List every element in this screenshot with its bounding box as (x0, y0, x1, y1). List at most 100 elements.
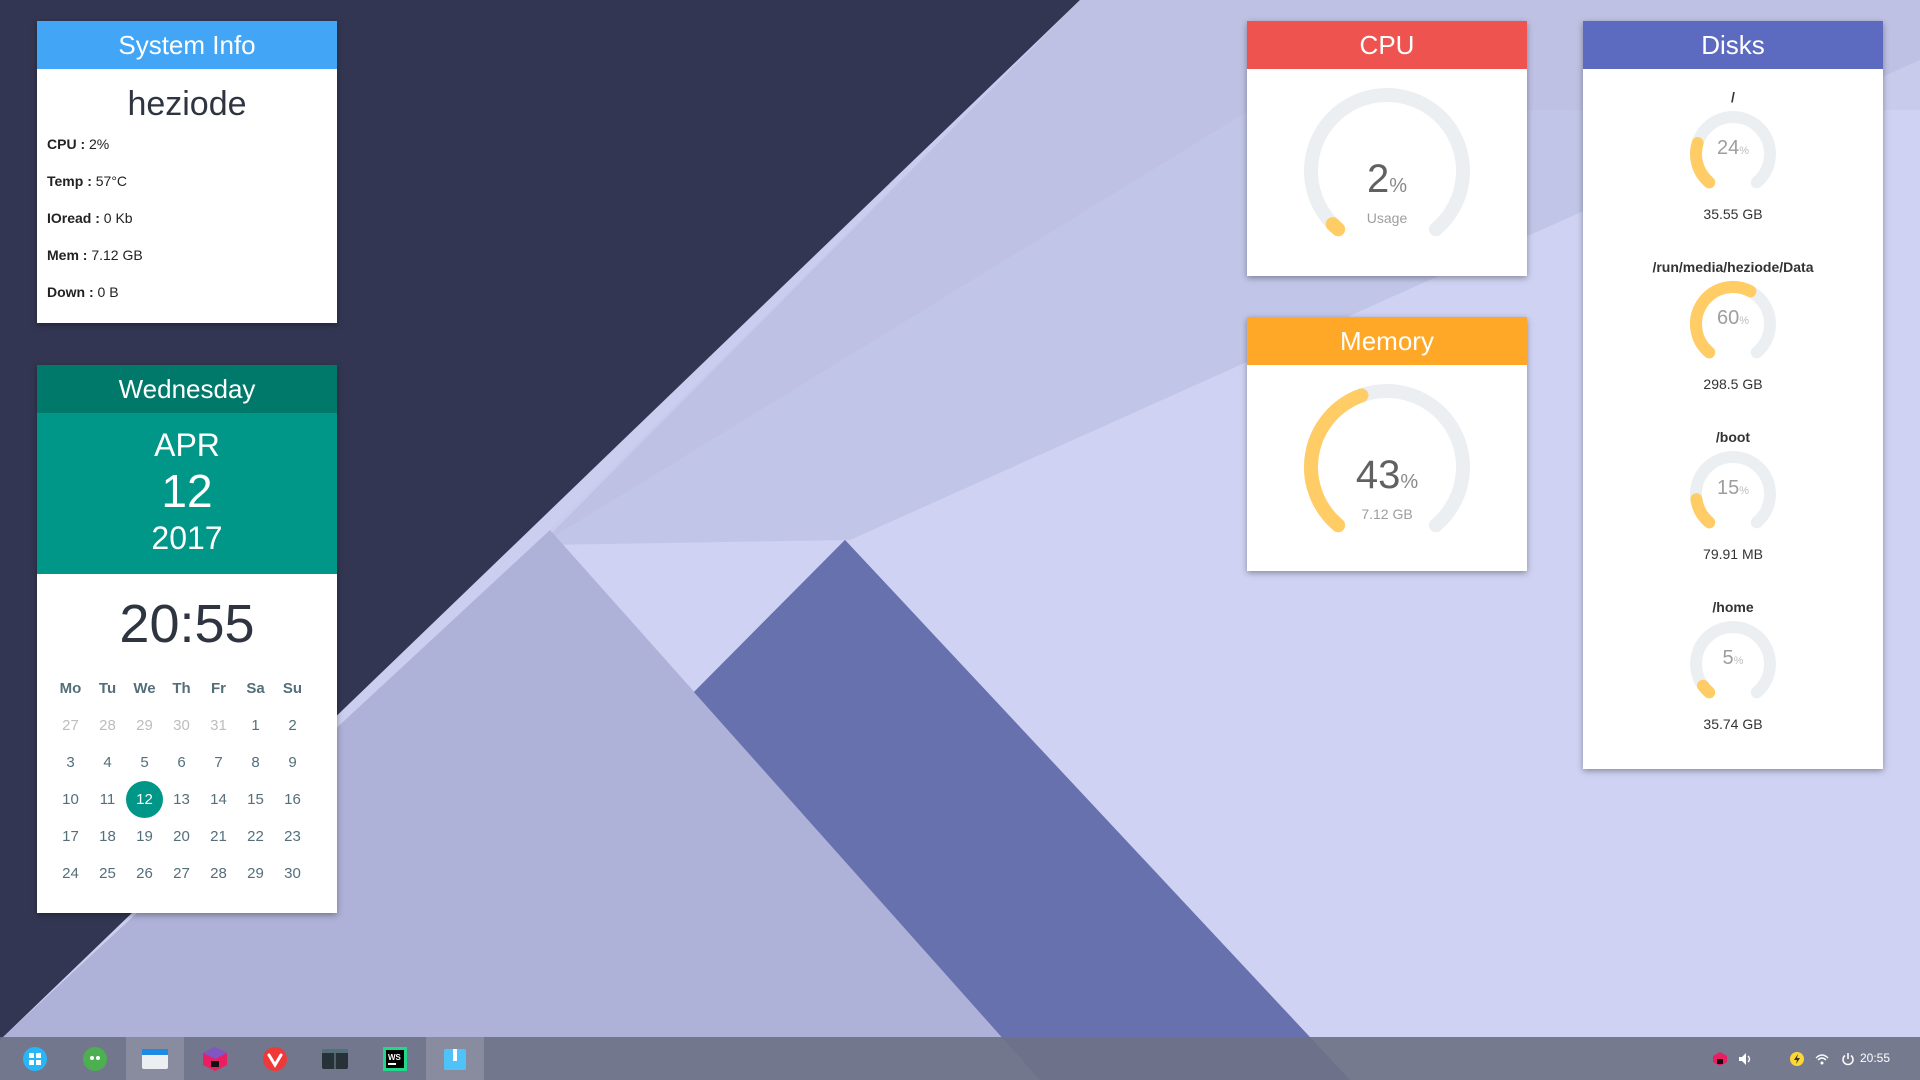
calendar-day[interactable]: 14 (200, 781, 237, 818)
percent-unit: % (1739, 485, 1750, 497)
launcher-icon (23, 1046, 47, 1071)
percent-unit: % (1400, 471, 1419, 493)
memory-gauge: 43% 7.12 GB (1247, 365, 1527, 565)
percent-unit: % (1739, 145, 1750, 157)
disk-item: /home 5% 35.74 GB (1583, 579, 1883, 749)
shutdown-button[interactable] (1838, 1037, 1858, 1080)
calendar-day[interactable]: 21 (200, 818, 237, 855)
stat-value: 7.12 GB (91, 247, 143, 263)
volume-button[interactable] (1735, 1037, 1755, 1080)
wechat-button[interactable] (66, 1037, 124, 1080)
calendar-day[interactable]: 16 (274, 781, 311, 818)
calendar-day[interactable]: 31 (200, 707, 237, 744)
calendar-day[interactable]: 8 (237, 744, 274, 781)
disks-title: Disks (1583, 21, 1883, 69)
disk-size: 298.5 GB (1703, 376, 1763, 392)
calendar-day[interactable]: 29 (126, 707, 163, 744)
calendar-day[interactable]: 15 (237, 781, 274, 818)
calendar-day[interactable]: 19 (126, 818, 163, 855)
cpu-percent: 2% (1247, 157, 1527, 202)
archive-manager-icon (444, 1048, 466, 1070)
launcher-button[interactable] (6, 1037, 64, 1080)
weekday-header: We (133, 680, 156, 697)
file-manager-icon (142, 1048, 168, 1069)
calendar-day[interactable]: 30 (163, 707, 200, 744)
power-plug-button[interactable] (1787, 1037, 1807, 1080)
svg-text:WS: WS (388, 1053, 402, 1062)
disk-mount: /boot (1715, 429, 1751, 445)
stat-label: Temp : (47, 173, 92, 189)
jetbrains-toolbox-icon (203, 1046, 227, 1071)
vivaldi-button[interactable] (246, 1037, 304, 1080)
taskbar-clock[interactable]: 20:55 (1860, 1037, 1890, 1080)
archive-manager-button[interactable] (426, 1037, 484, 1080)
calendar-day[interactable]: 1 (237, 707, 274, 744)
calendar-day[interactable]: 11 (89, 781, 126, 818)
calendar-day[interactable]: 20 (163, 818, 200, 855)
disk-size: 35.55 GB (1703, 206, 1763, 222)
wifi-icon (1815, 1053, 1829, 1064)
calendar-day[interactable]: 9 (274, 744, 311, 781)
calendar-day[interactable]: 4 (89, 744, 126, 781)
calendar-day[interactable]: 10 (52, 781, 89, 818)
memory-subtitle: 7.12 GB (1361, 506, 1413, 522)
calendar-day[interactable]: 22 (237, 818, 274, 855)
webstorm-button[interactable]: WS (366, 1037, 424, 1080)
calendar-day[interactable]: 25 (89, 855, 126, 892)
cpu-gauge: 2% Usage (1247, 69, 1527, 269)
system-info-title: System Info (37, 21, 337, 69)
wechat-icon (83, 1046, 107, 1071)
calendar-day[interactable]: 27 (52, 707, 89, 744)
calendar-day[interactable]: 28 (200, 855, 237, 892)
calendar-day[interactable]: 29 (237, 855, 274, 892)
disk-gauge: 15% (1583, 449, 1883, 539)
calendar-day[interactable]: 26 (126, 855, 163, 892)
shutdown-icon (1842, 1052, 1854, 1065)
calendar-day[interactable]: 3 (52, 744, 89, 781)
weekday-header-row: Mo Tu We Th Fr Sa Su (52, 670, 337, 707)
calendar-day[interactable]: 2 (274, 707, 311, 744)
stat-down: Down : 0 B (47, 284, 337, 301)
disk-percent: 60% (1583, 307, 1883, 330)
week-row: 3456789 (52, 744, 337, 781)
terminal-button[interactable] (306, 1037, 364, 1080)
calendar-day[interactable]: 30 (274, 855, 311, 892)
calendar-day[interactable]: 7 (200, 744, 237, 781)
disk-list: / 24% 35.55 GB/run/media/heziode/Data 60% 29… (1583, 69, 1883, 749)
terminal-icon (322, 1048, 348, 1069)
percent-number: 15 (1716, 477, 1740, 499)
gauge-fill (1697, 679, 1716, 699)
stat-ioread: IOread : 0 Kb (47, 210, 337, 227)
disk-item: /boot 15% 79.91 MB (1583, 409, 1883, 579)
disk-gauge: 60% (1583, 279, 1883, 369)
weekday-header: Sa (246, 680, 265, 697)
calendar-day[interactable]: 27 (163, 855, 200, 892)
calendar-day-today[interactable]: 12 (126, 781, 163, 818)
week-row: 10 11 12 13 14 15 16 (52, 781, 337, 818)
weekday-title: Wednesday (37, 365, 337, 413)
calendar-day[interactable]: 23 (274, 818, 311, 855)
toolbox-tray-button[interactable] (1710, 1037, 1730, 1080)
clock-time: 20:55 (119, 594, 255, 654)
calendar-day[interactable]: 28 (89, 707, 126, 744)
stat-label: Mem : (47, 247, 88, 263)
calendar-day[interactable]: 17 (52, 818, 89, 855)
week-row: 27 28 29 30 31 1 2 (52, 707, 337, 744)
memory-widget: Memory 43% 7.12 GB (1247, 317, 1527, 571)
calendar-day[interactable]: 24 (52, 855, 89, 892)
calendar-day[interactable]: 5 (126, 744, 163, 781)
memory-percent: 43% (1247, 453, 1527, 498)
percent-unit: % (1733, 655, 1744, 667)
jetbrains-toolbox-button[interactable] (186, 1037, 244, 1080)
percent-unit: % (1739, 315, 1750, 327)
week-row: 24 25 26 27 28 29 30 (52, 855, 337, 892)
calendar-day[interactable]: 13 (163, 781, 200, 818)
calendar-day[interactable]: 6 (163, 744, 200, 781)
disks-widget: Disks / 24% 35.55 GB/run/media/heziode/Dat… (1583, 21, 1883, 769)
wifi-button[interactable] (1812, 1037, 1832, 1080)
stat-value: 0 B (97, 284, 119, 300)
stat-value: 0 Kb (103, 210, 133, 226)
file-manager-button[interactable] (126, 1037, 184, 1080)
calendar-day[interactable]: 18 (89, 818, 126, 855)
date-day: 12 (161, 465, 213, 517)
